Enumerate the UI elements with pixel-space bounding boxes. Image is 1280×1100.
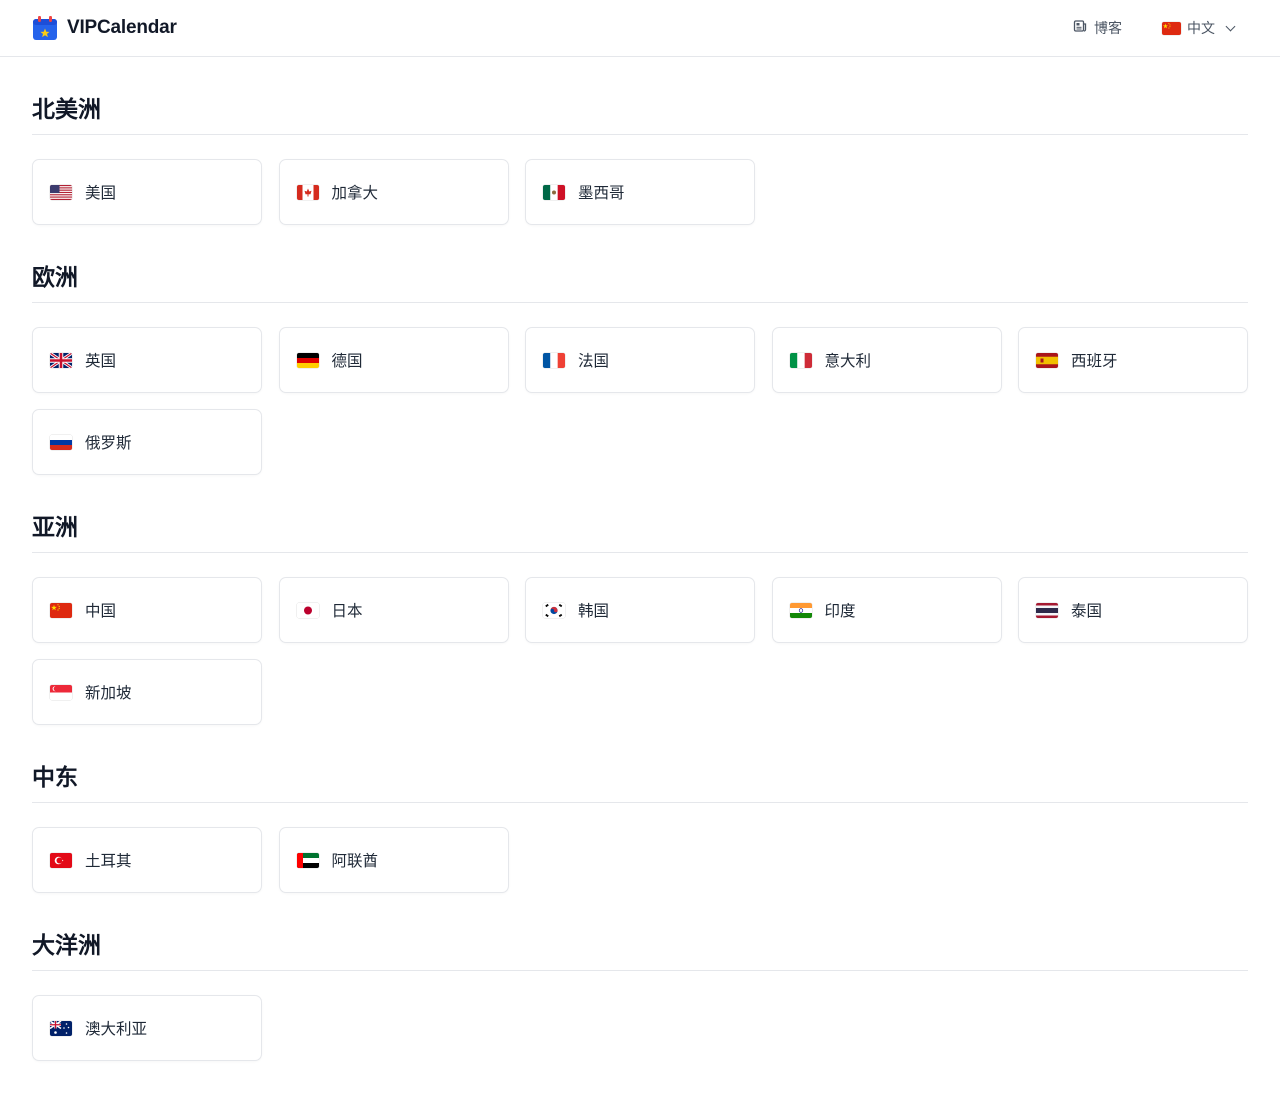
country-name: 韩国 [578,602,610,620]
country-name: 加拿大 [331,184,379,202]
tr-flag-icon [50,852,72,868]
country-name: 澳大利亚 [85,1020,148,1038]
country-name: 中国 [85,602,117,620]
country-name: 墨西哥 [578,184,625,202]
region-section: 北美洲美国 加拿大 墨西哥 [32,57,1248,225]
region-section: 大洋洲澳大利亚 [32,893,1248,1061]
th-flag-icon [1036,602,1058,618]
regions-container: 北美洲美国 加拿大 墨西哥欧洲英国 德国 法国 意大利 西班牙俄罗斯亚洲中国 日本 韩国 印度 泰国… [0,57,1280,1061]
calendar-logo-icon [32,15,58,41]
country-grid: 美国 加拿大 墨西哥 [32,159,1248,225]
it-flag-icon [789,352,812,368]
region-section: 欧洲英国 德国 法国 意大利 西班牙俄罗斯 [32,225,1248,475]
country-card-ae[interactable]: 阿联酋 [278,827,509,893]
brand-logo-link[interactable]: VIPCalendar [32,15,177,41]
country-card-ca[interactable]: 加拿大 [278,159,509,225]
country-card-th[interactable]: 泰国 [1018,577,1248,643]
ae-flag-icon [296,852,319,868]
fr-flag-icon [543,352,565,368]
region-title: 欧洲 [32,263,1248,303]
de-flag-icon [296,352,319,368]
country-name: 西班牙 [1071,352,1118,370]
us-flag-icon [50,184,72,200]
blog-label: 博客 [1094,21,1122,37]
country-card-sg[interactable]: 新加坡 [32,659,262,725]
country-card-es[interactable]: 西班牙 [1018,327,1248,393]
country-name: 泰国 [1071,602,1103,620]
country-card-cn[interactable]: 中国 [32,577,262,643]
country-card-in[interactable]: 印度 [771,577,1002,643]
ca-flag-icon [296,184,319,200]
gb-flag-icon [50,352,72,368]
cn-flag-icon [50,602,72,618]
country-card-au[interactable]: 澳大利亚 [32,995,262,1061]
chevron-down-icon [1225,21,1236,31]
country-card-de[interactable]: 德国 [278,327,509,393]
country-card-fr[interactable]: 法国 [525,327,755,393]
top-navbar: VIPCalendar 博客 中文 [0,0,1280,57]
ru-flag-icon [50,434,72,450]
country-grid: 土耳其 阿联酋 [32,827,1248,893]
au-flag-icon [50,1020,72,1036]
country-card-gb[interactable]: 英国 [32,327,262,393]
country-name: 印度 [824,602,856,620]
country-card-us[interactable]: 美国 [32,159,262,225]
country-card-tr[interactable]: 土耳其 [32,827,262,893]
region-title: 亚洲 [32,513,1248,553]
header-nav: 博客 中文 [1073,18,1248,38]
es-flag-icon [1036,352,1058,368]
region-section: 中东土耳其 阿联酋 [32,725,1248,893]
country-name: 法国 [578,352,610,370]
sg-flag-icon [50,684,72,700]
country-card-ru[interactable]: 俄罗斯 [32,409,262,475]
language-selector[interactable]: 中文 [1162,18,1236,38]
china-flag-icon [1162,21,1181,35]
country-name: 俄罗斯 [85,434,132,452]
region-title: 大洋洲 [32,931,1248,971]
jp-flag-icon [296,602,319,618]
region-section: 亚洲中国 日本 韩国 印度 泰国新加坡 [32,475,1248,725]
brand-name: VIPCalendar [67,17,177,38]
blog-link[interactable]: 博客 [1073,18,1122,38]
mx-flag-icon [543,184,565,200]
language-label: 中文 [1187,21,1215,37]
country-name: 新加坡 [85,684,132,702]
kr-flag-icon [543,602,565,618]
newspaper-icon [1073,19,1087,37]
country-name: 日本 [331,602,363,620]
country-card-jp[interactable]: 日本 [278,577,509,643]
region-title: 北美洲 [32,95,1248,135]
country-card-mx[interactable]: 墨西哥 [525,159,755,225]
country-name: 德国 [331,352,363,370]
country-grid: 英国 德国 法国 意大利 西班牙俄罗斯 [32,327,1248,475]
country-name: 意大利 [824,352,872,370]
country-name: 阿联酋 [331,852,379,870]
country-name: 美国 [85,184,117,202]
country-grid: 中国 日本 韩国 印度 泰国新加坡 [32,577,1248,725]
region-title: 中东 [32,763,1248,803]
country-card-it[interactable]: 意大利 [771,327,1002,393]
country-name: 土耳其 [85,852,132,870]
country-grid: 澳大利亚 [32,995,1248,1061]
country-card-kr[interactable]: 韩国 [525,577,755,643]
country-name: 英国 [85,352,117,370]
in-flag-icon [789,602,812,618]
